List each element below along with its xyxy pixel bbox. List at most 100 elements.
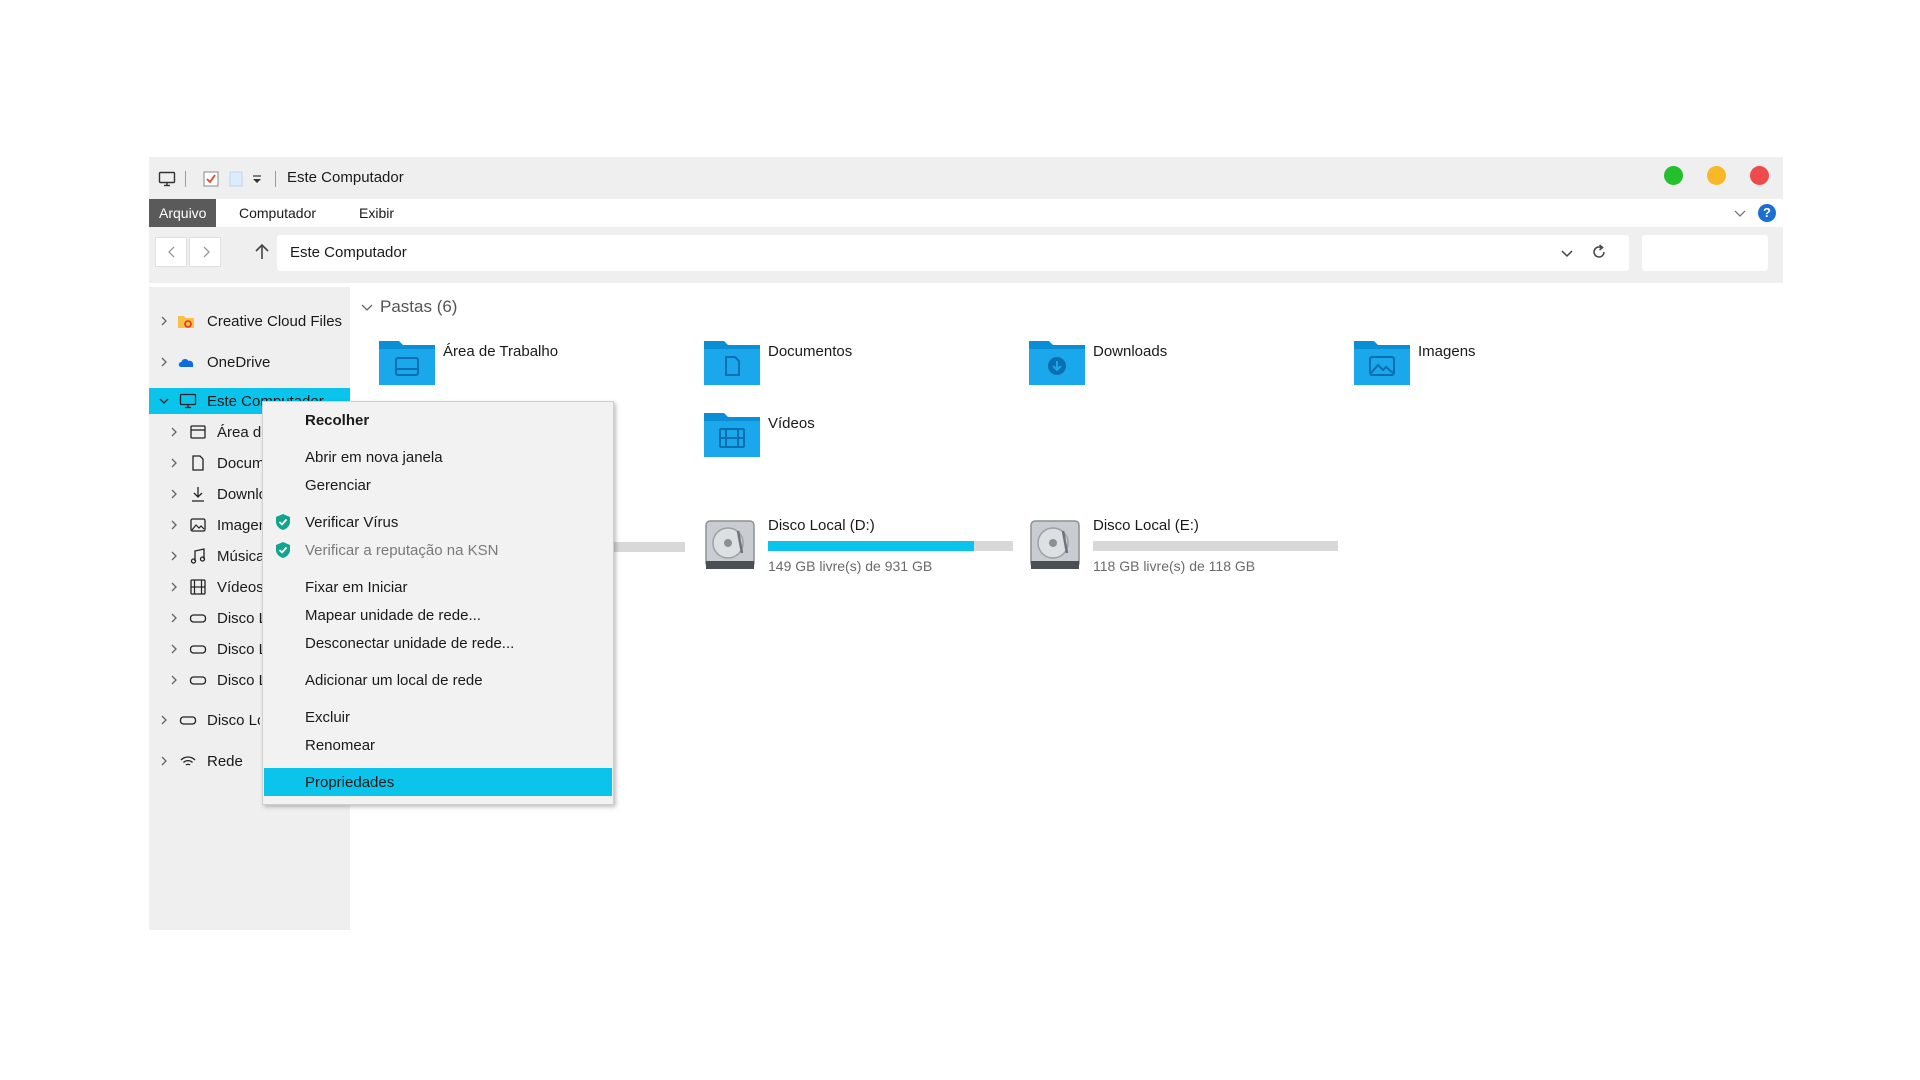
onedrive-cloud-icon <box>178 359 194 367</box>
menu-arquivo[interactable]: Arquivo <box>149 199 217 227</box>
chevron-right-icon[interactable] <box>158 356 170 368</box>
creative-cloud-folder-icon <box>178 316 194 328</box>
download-icon <box>192 487 204 502</box>
chevron-right-icon[interactable] <box>168 488 180 500</box>
menu-item-label: Adicionar um local de rede <box>305 672 483 689</box>
menu-exibir[interactable]: Exibir <box>359 199 394 227</box>
menu-item-mapear-unidade[interactable]: Mapear unidade de rede... <box>264 601 612 629</box>
menu-item-propriedades[interactable]: Propriedades <box>264 768 612 796</box>
chevron-right-icon[interactable] <box>168 519 180 531</box>
expand-ribbon-chevron-icon[interactable] <box>1732 205 1748 221</box>
new-folder-icon[interactable] <box>227 170 245 188</box>
close-button[interactable] <box>1750 166 1769 185</box>
folder-area-de-trabalho[interactable]: Área de Trabalho <box>377 335 677 397</box>
menu-item-verificar-virus[interactable]: Verificar Vírus <box>264 508 612 536</box>
network-icon <box>180 756 196 766</box>
chevron-right-icon[interactable] <box>168 550 180 562</box>
video-icon <box>190 579 206 595</box>
folder-downloads[interactable]: Downloads <box>1027 335 1327 397</box>
address-bar[interactable]: Este Computador <box>277 235 1629 271</box>
desktop-folder-icon <box>379 341 435 385</box>
quick-access-dropdown-icon[interactable] <box>248 170 266 188</box>
chevron-down-icon[interactable] <box>360 301 374 315</box>
chevron-left-icon <box>168 246 175 258</box>
sidebar-item-onedrive[interactable]: OneDrive <box>149 348 350 376</box>
help-icon[interactable]: ? <box>1758 204 1776 222</box>
chevron-right-icon <box>203 246 210 258</box>
search-input[interactable] <box>1642 235 1768 271</box>
chevron-right-icon[interactable] <box>158 315 170 327</box>
menu-item-label: Excluir <box>305 709 351 726</box>
chevron-right-icon[interactable] <box>168 643 180 655</box>
drive-disco-e[interactable]: Disco Local (E:) 118 GB livre(s) de 118 … <box>1027 515 1347 581</box>
chevron-down-icon[interactable] <box>1559 245 1575 261</box>
chevron-right-icon[interactable] <box>158 714 170 726</box>
drive-disco-d[interactable]: Disco Local (D:) 149 GB livre(s) de 931 … <box>702 515 1022 581</box>
menu-item-label: Desconectar unidade de rede... <box>305 635 515 652</box>
sidebar-item-creative-cloud[interactable]: Creative Cloud Files <box>149 307 350 335</box>
images-folder-icon <box>1354 341 1410 385</box>
window-title: Este Computador <box>287 169 404 186</box>
drive-usage-fill <box>768 541 974 551</box>
hard-drive-icon <box>1030 520 1080 569</box>
menu-item-label: Gerenciar <box>305 477 371 494</box>
sidebar-item-label: Músicas <box>217 548 267 565</box>
folder-label: Vídeos <box>768 415 815 432</box>
chevron-right-icon[interactable] <box>168 457 180 469</box>
chevron-right-icon[interactable] <box>168 612 180 624</box>
menu-item-desconectar-unidade[interactable]: Desconectar unidade de rede... <box>264 629 612 657</box>
menu-item-label: Propriedades <box>305 774 395 791</box>
chevron-down-icon[interactable] <box>158 395 170 407</box>
drive-usage-bar <box>768 541 1013 551</box>
folder-videos[interactable]: Vídeos <box>702 407 1002 469</box>
chevron-right-icon[interactable] <box>168 674 180 686</box>
folder-imagens[interactable]: Imagens <box>1352 335 1652 397</box>
properties-check-icon[interactable] <box>202 170 220 188</box>
documents-folder-icon <box>704 341 760 385</box>
menu-item-abrir-nova-janela[interactable]: Abrir em nova janela <box>264 443 612 471</box>
up-arrow-icon[interactable] <box>251 241 273 263</box>
chevron-right-icon[interactable] <box>168 426 180 438</box>
refresh-icon[interactable] <box>1590 243 1608 261</box>
folders-group-header: Pastas (6) <box>380 297 458 316</box>
menu-item-gerenciar[interactable]: Gerenciar <box>264 471 612 499</box>
menu-item-label: Abrir em nova janela <box>305 449 443 466</box>
sidebar-item-label: Imagens <box>217 517 267 534</box>
hard-drive-icon <box>705 520 755 569</box>
drive-free-space: 118 GB livre(s) de 118 GB <box>1093 558 1256 574</box>
desktop-icon <box>190 425 206 439</box>
address-toolbar: Este Computador <box>149 227 1783 283</box>
menu-item-fixar-iniciar[interactable]: Fixar em Iniciar <box>264 573 612 601</box>
sidebar-item-label: Vídeos <box>217 579 264 596</box>
menu-item-recolher[interactable]: Recolher <box>264 406 612 434</box>
computer-icon <box>179 393 197 409</box>
folder-label: Downloads <box>1093 343 1168 360</box>
menu-computador[interactable]: Computador <box>239 199 316 227</box>
minimize-button[interactable] <box>1707 166 1726 185</box>
maximize-button[interactable] <box>1664 166 1683 185</box>
document-icon <box>192 455 204 471</box>
sidebar-item-label: Documentos <box>217 455 267 472</box>
menu-item-adicionar-local-rede[interactable]: Adicionar um local de rede <box>264 666 612 694</box>
chevron-right-icon[interactable] <box>158 755 170 767</box>
drive-usage-bar <box>1093 541 1338 551</box>
shield-check-icon <box>276 514 290 530</box>
sidebar-item-label: Disco Local (D:) <box>217 641 267 658</box>
sidebar-item-label: Disco Local <box>207 712 260 729</box>
sidebar-item-label: Disco Local (E:) <box>217 672 267 689</box>
forward-button[interactable] <box>189 237 221 267</box>
menu-item-renomear[interactable]: Renomear <box>264 731 612 759</box>
menu-item-excluir[interactable]: Excluir <box>264 703 612 731</box>
music-icon <box>190 548 206 564</box>
computer-icon[interactable] <box>158 170 176 188</box>
folder-documentos[interactable]: Documentos <box>702 335 1002 397</box>
drive-usage-bar-hidden <box>610 542 685 552</box>
chevron-right-icon[interactable] <box>168 581 180 593</box>
menu-item-label: Recolher <box>305 412 370 429</box>
folder-label: Documentos <box>768 343 853 360</box>
folder-label: Imagens <box>1418 343 1476 360</box>
videos-folder-icon <box>704 413 760 457</box>
sidebar-item-label: Creative Cloud Files <box>207 313 343 330</box>
back-button[interactable] <box>155 237 187 267</box>
menu-item-label: Verificar a reputação na KSN <box>305 542 499 559</box>
